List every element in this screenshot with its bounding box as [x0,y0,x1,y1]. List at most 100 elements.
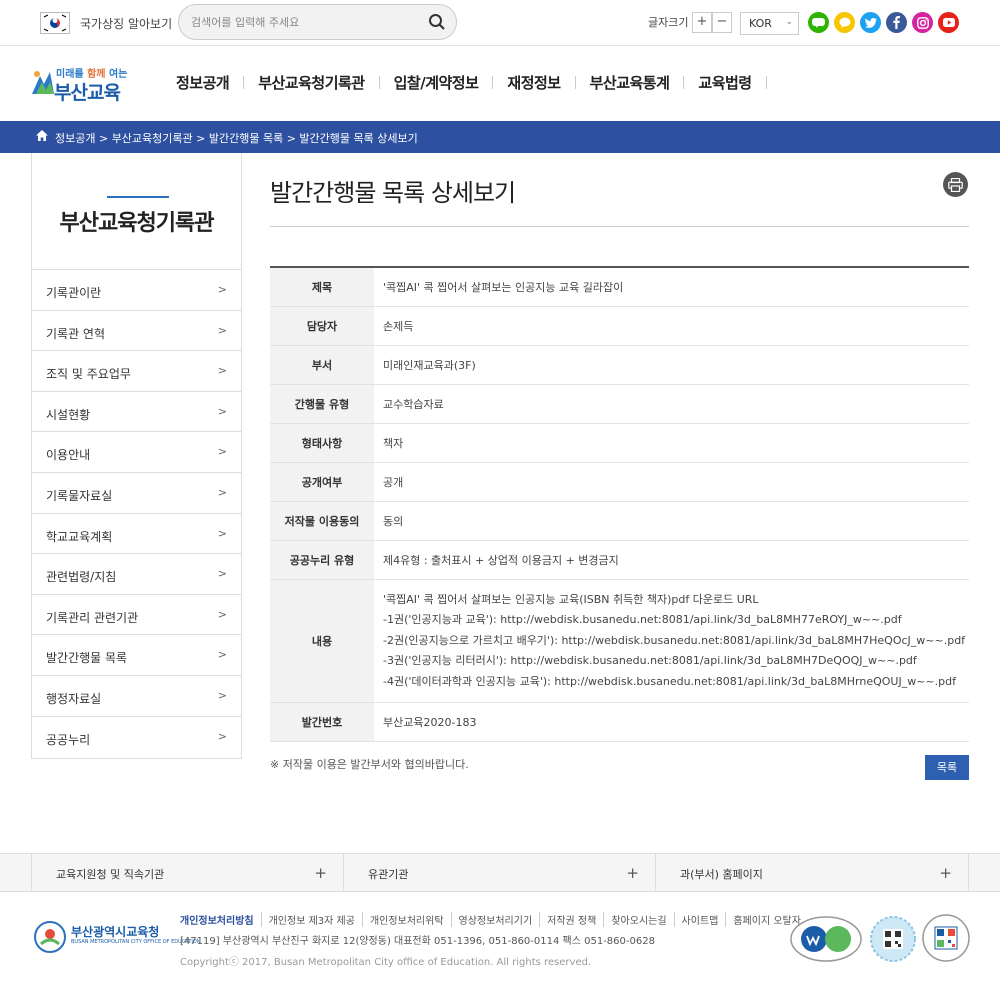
title-divider [270,226,969,227]
sidebar-item-regulations[interactable]: 관련법령/지침 > [32,554,241,595]
home-icon[interactable] [36,130,48,144]
sidebar-item-guide[interactable]: 이용안내 > [32,432,241,473]
chevron-right-icon: > [217,445,227,459]
content-description: '콕찝AI' 콕 찝어서 살펴보는 인공지능 교육(ISBN 취득한 책자)pd… [374,579,969,703]
page-title: 발간간행물 목록 상세보기 [270,179,516,207]
sidebar-item-label: 관련법령/지침 [46,570,117,585]
web-accessibility-badge-icon[interactable] [790,916,862,962]
row-value: '콕찝AI' 콕 찝어서 살펴보는 인공지능 교육 길라잡이 [374,267,969,307]
quicklink-label: 과(부서) 홈페이지 [680,868,763,881]
search-input[interactable] [191,13,421,31]
pdf-link-vol2[interactable]: -2권(인공지능으로 가르치고 배우기'): http://webdisk.bu… [383,631,969,652]
table-row: 내용 '콕찝AI' 콕 찝어서 살펴보는 인공지능 교육(ISBN 취득한 책자… [270,579,969,703]
busan-education-logo[interactable]: 미래를 함께 여는 부산교육 [30,64,140,104]
nav-item-info-disclosure[interactable]: 정보공개 [162,72,243,93]
row-value: 동의 [374,501,969,541]
sidebar-item-history[interactable]: 기록관 연혁 > [32,311,241,352]
pdf-link-vol1[interactable]: -1권('인공지능과 교육'): http://webdisk.busanedu… [383,610,969,631]
footer-quicklinks: 교육지원청 및 직속기관 + 유관기관 + 과(부서) 홈페이지 + [0,853,1000,892]
sidebar-item-archives[interactable]: 기록물자료실 > [32,473,241,514]
language-select[interactable]: KOR ⌄ [740,12,799,35]
top-utility-bar: 국가상징 알아보기 글자크기 + − KOR ⌄ [0,0,1000,46]
plus-icon: + [939,864,952,882]
footer-link-third-party[interactable]: 개인정보 제3자 제공 [260,912,362,927]
sidebar-item-school-plans[interactable]: 학교교육계획 > [32,514,241,555]
chevron-right-icon: > [217,648,227,662]
sidebar-title: 부산교육청기록관 [59,211,215,236]
row-label: 발간번호 [270,702,374,742]
plus-icon: + [626,864,639,882]
search-box [178,4,457,40]
row-value: 교수학습자료 [374,384,969,424]
pdf-link-vol4[interactable]: -4권('데이터과학과 인공지능 교육'): http://webdisk.bu… [383,672,969,693]
chevron-right-icon: > [217,404,227,418]
footer-link-copyright[interactable]: 저작권 정책 [539,912,603,927]
footer-link-privacy[interactable]: 개인정보처리방침 [180,912,261,927]
sidebar-item-facilities[interactable]: 시설현황 > [32,392,241,433]
sidebar: 부산교육청기록관 기록관이란 > 기록관 연혁 > 조직 및 주요업무 > 시설현황 >… [31,153,242,759]
row-label: 공공누리 유형 [270,540,374,580]
nav-item-laws[interactable]: 교육법령 [684,72,765,93]
publication-detail-table: 제목 '콕찝AI' 콕 찝어서 살펴보는 인공지능 교육 길라잡이 담당자 손제득 … [270,266,969,742]
sidebar-item-publications[interactable]: 발간간행물 목록 > [32,635,241,676]
font-size-increase-button[interactable]: + [692,12,712,33]
youtube-icon[interactable] [938,12,959,33]
national-symbol-link[interactable]: 국가상징 알아보기 [80,15,172,32]
font-size-decrease-button[interactable]: − [712,12,732,33]
nav-item-statistics[interactable]: 부산교육통계 [576,72,684,93]
footer-link-directions[interactable]: 찾아오시는길 [603,912,673,927]
quicklink-related-organizations[interactable]: 유관기관 + [343,854,655,891]
search-icon[interactable] [428,13,446,31]
breadcrumb[interactable]: 정보공개 > 부산교육청기록관 > 발간간행물 목록 > 발간간행물 목록 상세… [55,130,418,146]
sidebar-item-label: 행정자료실 [46,691,102,706]
nav-item-records-center[interactable]: 부산교육청기록관 [244,72,378,93]
row-label: 저작물 이용동의 [270,501,374,541]
sidebar-item-admin-data[interactable]: 행정자료실 > [32,676,241,717]
nav-item-finance[interactable]: 재정정보 [493,72,574,93]
site-footer: 부산광역시교육청 BUSAN METROPOLITAN CITY OFFICE … [0,892,1000,1000]
chevron-right-icon: > [217,364,227,378]
quicklink-label: 유관기관 [368,868,409,881]
footer-link-cctv[interactable]: 영상정보처리기기 [450,912,540,927]
list-button[interactable]: 목록 [925,755,969,780]
qr-code-seal-icon[interactable] [922,914,970,962]
row-label: 형태사항 [270,423,374,463]
quicklink-affiliated-agencies[interactable]: 교육지원청 및 직속기관 + [31,854,343,891]
twitter-icon[interactable] [860,12,881,33]
facebook-icon[interactable] [886,12,907,33]
chevron-right-icon: > [217,567,227,581]
breadcrumb-bar: 정보공개 > 부산교육청기록관 > 발간간행물 목록 > 발간간행물 목록 상세… [0,121,1000,153]
footer-copyright: Copyrightⓒ 2017, Busan Metropolitan City… [180,957,592,968]
row-value: 미래인재교육과(3F) [374,345,969,385]
footer-link-outsourcing[interactable]: 개인정보처리위탁 [361,912,451,927]
footer-logo: 부산광역시교육청 BUSAN METROPOLITAN CITY OFFICE … [33,920,201,953]
table-row: 공공누리 유형 제4유형 : 출처표시 + 상업적 이용금지 + 변경금지 [270,540,969,580]
row-label: 공개여부 [270,462,374,502]
chevron-down-icon: ⌄ [785,17,793,27]
sidebar-item-label: 기록관리 관련기관 [46,610,139,625]
row-value: 제4유형 : 출처표시 + 상업적 이용금지 + 변경금지 [374,540,969,580]
table-row: 간행물 유형 교수학습자료 [270,384,969,424]
print-icon[interactable] [943,172,968,197]
kakao-icon[interactable] [834,12,855,33]
quicklink-department-homepages[interactable]: 과(부서) 홈페이지 + [655,854,969,891]
sidebar-item-label: 조직 및 주요업무 [46,367,131,382]
sidebar-item-related-agencies[interactable]: 기록관리 관련기관 > [32,595,241,636]
pdf-link-vol3[interactable]: -3권('인공지능 리터러시'): http://webdisk.busaned… [383,651,969,672]
footer-links: 개인정보처리방침 개인정보 제3자 제공 개인정보처리위탁 영상정보처리기기 저… [180,912,808,927]
content-line: '콕찝AI' 콕 찝어서 살펴보는 인공지능 교육(ISBN 취득한 책자)pd… [383,592,759,606]
site-header: 미래를 함께 여는 부산교육 정보공개 부산교육청기록관 입찰/계약정보 재정정… [0,46,1000,121]
sidebar-item-kogl[interactable]: 공공누리 > [32,717,241,758]
sidebar-item-organization[interactable]: 조직 및 주요업무 > [32,351,241,392]
sidebar-item-about[interactable]: 기록관이란 > [32,270,241,311]
korean-flag-icon[interactable] [40,12,70,34]
table-row: 공개여부 공개 [270,462,969,502]
certification-seal-icon[interactable] [870,916,916,962]
nav-item-bidding[interactable]: 입찰/계약정보 [380,72,493,93]
chevron-right-icon: > [217,323,227,337]
footer-address: [47119] 부산광역시 부산진구 화지로 12(양정동) 대표전화 051-… [180,936,655,947]
chevron-right-icon: > [217,607,227,621]
instagram-icon[interactable] [912,12,933,33]
blog-icon[interactable] [808,12,829,33]
footer-link-sitemap[interactable]: 사이트맵 [673,912,726,927]
